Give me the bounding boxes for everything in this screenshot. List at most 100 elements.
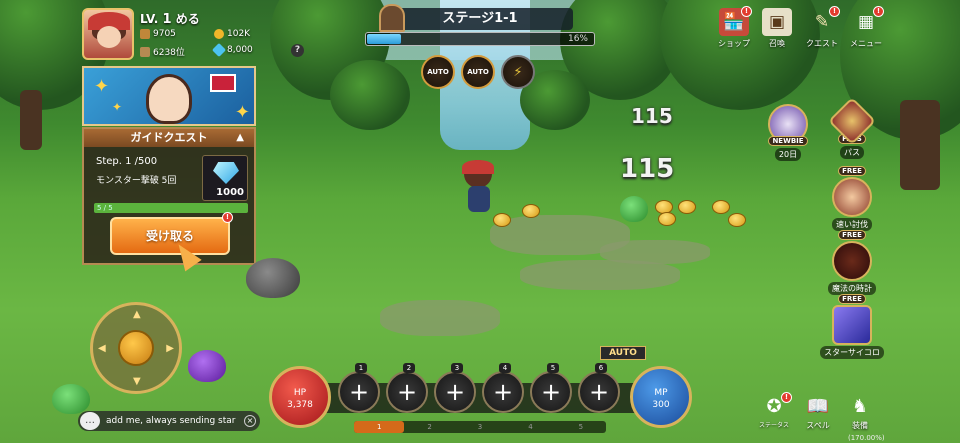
event-banner[interactable]: ✦ ✦ ✦ bbox=[82, 66, 256, 126]
menu-button[interactable]: ▦ ! メニュー bbox=[844, 6, 888, 49]
add-skill-icon: + bbox=[540, 378, 562, 406]
star-dice-button[interactable]: FREE スターサイコロ bbox=[820, 294, 884, 359]
arrow-right-icon: ▶ bbox=[166, 343, 174, 354]
tree-trunk bbox=[20, 90, 42, 150]
green-slime-monster bbox=[620, 196, 648, 222]
chat-bubble-icon: … bbox=[80, 412, 100, 430]
gold-coin[interactable] bbox=[728, 213, 746, 227]
power-value: 9705 bbox=[153, 29, 176, 39]
green-slime-monster bbox=[52, 384, 90, 414]
gem-value: 8,000 bbox=[227, 45, 253, 55]
mp-potion-button[interactable]: MP 300 bbox=[630, 366, 692, 428]
chat-message: add me, always sending star bbox=[106, 416, 236, 426]
quest-reward: 1000 bbox=[202, 155, 248, 201]
stage-door-icon[interactable] bbox=[379, 4, 405, 32]
menu-badge: ! bbox=[873, 6, 884, 17]
chat-bar[interactable]: … add me, always sending star × bbox=[78, 411, 260, 431]
skill-slot-5[interactable]: 5 + bbox=[530, 363, 572, 413]
hp-label: HP bbox=[293, 388, 307, 398]
help-button[interactable]: ? bbox=[291, 44, 304, 57]
summon-label: 召喚 bbox=[769, 39, 785, 48]
skill-page-bar: 1 2 3 4 5 bbox=[354, 421, 606, 433]
damage-number: 115 bbox=[631, 104, 673, 128]
summon-button[interactable]: ▣ 召喚 bbox=[755, 8, 799, 49]
guide-quest-panel: ガイドクエスト ▲ Step. 1 /500 モンスター撃破 5回 1000 5… bbox=[82, 127, 256, 272]
player-avatar[interactable] bbox=[82, 8, 134, 60]
stage-title: ステージ1-1 bbox=[387, 8, 573, 30]
auto-battle-button[interactable]: AUTO bbox=[421, 55, 455, 89]
gold-coin[interactable] bbox=[678, 200, 696, 214]
collapse-caret-icon[interactable]: ▲ bbox=[236, 129, 244, 147]
spell-label: スペル bbox=[806, 421, 830, 430]
skill-page-tab[interactable]: 1 bbox=[354, 421, 405, 433]
skill-page-tab[interactable]: 4 bbox=[505, 421, 555, 433]
gold-coin[interactable] bbox=[658, 212, 676, 226]
spellbook-icon: 📖 bbox=[806, 396, 830, 417]
skill-page-tab[interactable]: 2 bbox=[404, 421, 454, 433]
gold-coin[interactable] bbox=[493, 213, 511, 227]
gem-stat: 8,000 bbox=[211, 42, 253, 58]
shop-button[interactable]: 🏪 ! ショップ bbox=[712, 6, 756, 49]
joystick-knob[interactable] bbox=[118, 330, 154, 366]
status-button[interactable]: ✪ ! ステータス bbox=[752, 392, 796, 429]
equipment-icon: ♞ bbox=[851, 396, 869, 417]
pass-crown-icon bbox=[827, 96, 877, 146]
status-badge: ! bbox=[781, 392, 792, 403]
magic-clock-button[interactable]: FREE 魔法の時計 bbox=[822, 230, 882, 295]
stage-progress-fill bbox=[367, 34, 402, 44]
shop-badge: ! bbox=[741, 6, 752, 17]
mp-label: MP bbox=[654, 388, 668, 398]
auto-skill-button[interactable]: AUTO bbox=[461, 55, 495, 89]
skill-slot-2[interactable]: 2 + bbox=[386, 363, 428, 413]
stone-path bbox=[520, 260, 680, 290]
flag-icon bbox=[210, 74, 236, 92]
fast-hunt-button[interactable]: FREE 速い討伐 bbox=[822, 166, 882, 231]
stone-path bbox=[380, 300, 500, 336]
shop-label: ショップ bbox=[718, 39, 750, 48]
player-name: める bbox=[175, 12, 200, 26]
skill-page-tab[interactable]: 5 bbox=[556, 421, 606, 433]
power-save-button[interactable]: ⚡ bbox=[501, 55, 535, 89]
skill-slot-4[interactable]: 4 + bbox=[482, 363, 524, 413]
auto-skill-toggle[interactable]: AUTO bbox=[600, 346, 646, 360]
spell-button[interactable]: 📖 スペル bbox=[796, 394, 840, 431]
chat-close-button[interactable]: × bbox=[244, 415, 256, 427]
tree bbox=[330, 60, 410, 130]
arrow-left-icon: ◀ bbox=[98, 343, 106, 354]
player-level: LV. 1 める bbox=[140, 10, 200, 27]
skill-page-tab[interactable]: 3 bbox=[455, 421, 505, 433]
stage-progress-label: 16% bbox=[567, 34, 588, 44]
hp-potion-button[interactable]: HP 3,378 bbox=[269, 366, 331, 428]
claim-badge: ! bbox=[222, 212, 233, 223]
quest-step: Step. 1 /500 bbox=[96, 156, 158, 167]
hp-value: 3,378 bbox=[287, 400, 313, 410]
stage-progress-bar: 16% bbox=[365, 32, 595, 46]
purple-slime-monster bbox=[188, 350, 226, 382]
rank-icon bbox=[140, 46, 150, 57]
add-skill-icon: + bbox=[588, 378, 610, 406]
quest-badge: ! bbox=[829, 6, 840, 17]
pass-button[interactable]: PASS パス bbox=[822, 96, 882, 159]
gold-coin[interactable] bbox=[522, 204, 540, 218]
guide-quest-header[interactable]: ガイドクエスト ▲ bbox=[84, 129, 254, 147]
tree-trunk bbox=[900, 100, 940, 190]
pass-label: パス bbox=[840, 146, 864, 159]
sparkle-icon: ✦ bbox=[234, 102, 250, 123]
player-profile: LV. 1 める 9705 6238位 102K 8,000 bbox=[82, 8, 312, 64]
skill-slot-1[interactable]: 1 + bbox=[338, 363, 380, 413]
newbie-event-button[interactable]: NEWBIE 20日 bbox=[758, 104, 818, 161]
skill-slot-6[interactable]: 6 + bbox=[578, 363, 620, 413]
slot-number: 6 bbox=[595, 363, 607, 373]
skill-slot-3[interactable]: 3 + bbox=[434, 363, 476, 413]
fast-hunt-icon bbox=[832, 177, 872, 217]
free-tag: FREE bbox=[838, 166, 866, 176]
equipment-button[interactable]: ♞ 装備 bbox=[838, 394, 882, 431]
gold-coin[interactable] bbox=[712, 200, 730, 214]
mp-value: 300 bbox=[652, 400, 670, 410]
gold-value: 102K bbox=[227, 29, 251, 39]
quest-progress-text: 5 / 5 bbox=[97, 204, 113, 212]
quest-button[interactable]: ✎ ! クエスト bbox=[800, 6, 844, 49]
newbie-label: 20日 bbox=[774, 148, 802, 161]
quest-label: クエスト bbox=[806, 39, 838, 48]
virtual-joystick[interactable]: ▲ ▼ ◀ ▶ bbox=[90, 302, 182, 394]
